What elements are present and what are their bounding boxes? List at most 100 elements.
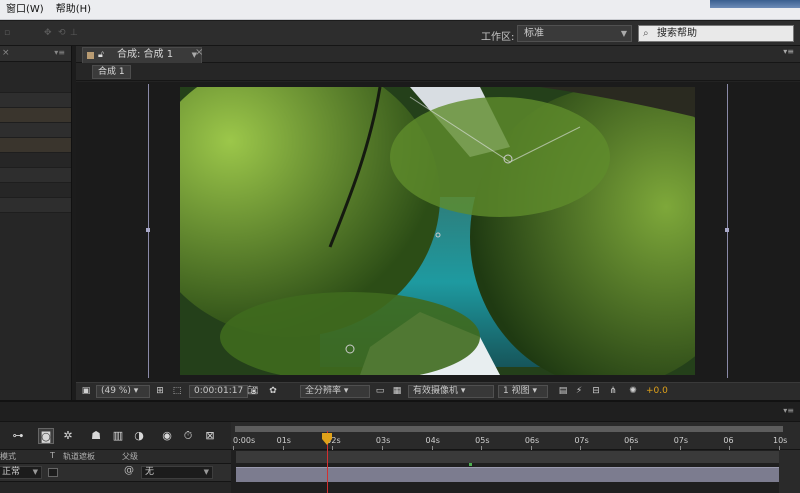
ruler-tick-label: 04s [425,436,440,445]
workspace-label: 工作区: [481,32,515,43]
keyframe-marker[interactable] [469,463,472,466]
landscape-image [180,87,695,375]
breadcrumb: 合成 1 [76,63,800,81]
graph-editor-icon[interactable]: ⊠ [202,428,218,444]
live-update-icon[interactable]: ◙ [38,428,54,444]
panel-menu-icon[interactable]: ▾≡ [783,47,794,56]
search-help-input[interactable]: ⌕ 搜索帮助 [638,25,794,42]
playhead-icon[interactable] [322,433,332,445]
ruler-tick-label: 03s [375,436,391,445]
exposure-value[interactable]: +0.0 [646,385,668,398]
timeline-panel: ▾≡ ⊶ ◙ ✲ ☗ ▥ ◑ ◉ ⏱ ⊠ 模式 T 轨道遮板 父级 正常 ▼ @ [0,400,800,493]
auto-keyframe-icon[interactable]: ⏱ [180,428,196,444]
frame-blending-icon[interactable]: ▥ [110,428,126,444]
blend-mode-select[interactable]: 正常 ▼ [0,466,42,479]
lock-icon[interactable]: 🔓︎ [98,48,104,62]
viewer-toolbar: ▣ (49 %) ▾ ⊞ ⬚ 0:00:01:17 📷︎ ✿ 全分辨率 ▾ ▭ … [76,382,800,400]
guide-handle[interactable] [146,228,150,232]
preserve-transparency-checkbox[interactable] [48,468,58,477]
project-panel: × ▾≡ [0,46,72,400]
rotate-icon[interactable]: ⟲ [58,29,68,38]
layer-tracks [231,450,800,493]
composition-image [180,87,695,375]
list-item[interactable] [0,108,71,123]
tab-label: 合成: 合成 1 [117,49,174,60]
resolution-select[interactable]: 全分辨率 ▾ [300,385,370,398]
list-item[interactable] [0,183,71,198]
column-mode: 模式 [0,452,16,461]
menu-window[interactable]: 窗口(W) [0,0,50,20]
view-layout-select[interactable]: 1 视图 ▾ [498,385,548,398]
parent-select[interactable]: 无 ▼ [141,466,213,479]
timeline-column-headers: 模式 T 轨道遮板 父级 [0,450,231,464]
column-trkmat: 轨道遮板 [63,452,95,461]
timeline-header: ▾≡ [0,402,800,422]
workspace-select[interactable]: 标准 ▼ [517,25,632,42]
list-item[interactable] [0,168,71,183]
track-background [236,451,779,463]
list-item[interactable] [0,198,71,213]
tool-icon[interactable]: ▫ [4,29,14,38]
menu-bar: 窗口(W) 帮助(H) [0,0,800,20]
composition-panel: 🔓︎ 合成: 合成 1 ▼ × ▾≡ 合成 1 ▣ (49 %) ▾ ⊞ ⬚ 0… [76,46,800,400]
safe-areas-icon[interactable]: ⊞ [154,385,166,398]
close-icon[interactable]: × [2,48,10,58]
layer-row[interactable]: 正常 ▼ @ 无 ▼ [0,464,231,482]
workspace-value: 标准 [524,28,544,39]
composition-mini-flowchart-icon[interactable]: ⊶ [10,428,26,444]
tab-composition[interactable]: 🔓︎ 合成: 合成 1 ▼ [82,47,202,63]
panel-menu-icon[interactable]: ▾≡ [54,48,65,57]
always-preview-icon[interactable]: ▣ [80,385,92,398]
brainstorm-icon[interactable]: ◉ [159,428,175,444]
guide-handle[interactable] [725,228,729,232]
composition-viewer[interactable] [76,82,800,382]
move-icon[interactable]: ✥ [44,29,54,38]
close-icon[interactable]: × [195,47,203,58]
panel-menu-icon[interactable]: ▾≡ [783,406,794,415]
chevron-down-icon: ▼ [620,29,627,38]
motion-blur-icon[interactable]: ◑ [131,428,147,444]
resolution-value: 全分辨率 [305,386,342,396]
ruler-tick-label: 07s [574,436,589,445]
list-item[interactable] [0,93,71,108]
chevron-down-icon: ▼ [32,468,38,476]
shy-icon[interactable]: ☗ [88,428,104,444]
ruler-tick-label: 06s [524,436,540,445]
flowchart-icon[interactable]: ⋔ [607,385,619,398]
pickwhip-icon[interactable]: @ [124,465,134,476]
column-t: T [50,451,55,460]
snapshot-icon[interactable]: 📷︎ [247,385,259,398]
menu-help[interactable]: 帮助(H) [50,0,97,20]
time-ruler[interactable]: 0:00s 01s 02s 03s 04s 05s 06s 07s 06s 07s 06 10s [231,422,800,450]
chevron-down-icon: ▼ [203,468,209,476]
timeline-icon[interactable]: ⊟ [590,385,602,398]
list-item[interactable] [0,153,71,168]
region-of-interest-icon[interactable]: ▭ [374,385,386,398]
blend-mode-value: 正常 [2,467,21,477]
layer-duration-bar[interactable] [236,467,779,482]
workspace-bar: ▫ ✥ ⟲ ⊥ 工作区: 标准 ▼ ⌕ 搜索帮助 [0,21,800,46]
zoom-value: (49 %) [101,386,131,396]
timeline-right-edge [779,450,800,493]
layer-row-empty [0,482,231,493]
column-parent: 父级 [122,452,138,461]
list-item[interactable] [0,123,71,138]
list-item[interactable] [0,138,71,153]
pixel-aspect-icon[interactable]: ▤ [557,385,569,398]
pin-icon[interactable]: ⊥ [70,29,80,38]
ruler-tick-label: 07s [673,436,689,445]
region-icon[interactable]: ⬚ [171,385,183,398]
ruler-tick-label: 10s [773,436,788,445]
parent-value: 无 [145,467,155,477]
draft-3d-icon[interactable]: ✲ [60,428,76,444]
exposure-icon[interactable]: ✺ [627,385,639,398]
camera-select[interactable]: 有效摄像机 ▾ [408,385,494,398]
fast-preview-icon[interactable]: ⚡ [573,385,585,398]
work-area-bar[interactable] [235,426,783,432]
zoom-select[interactable]: (49 %) ▾ [96,385,150,398]
show-channel-icon[interactable]: ✿ [267,385,279,398]
transparency-grid-icon[interactable]: ▦ [391,385,403,398]
timecode-display[interactable]: 0:00:01:17 [189,385,249,398]
breadcrumb-comp[interactable]: 合成 1 [92,65,131,79]
list-item[interactable] [0,78,71,93]
